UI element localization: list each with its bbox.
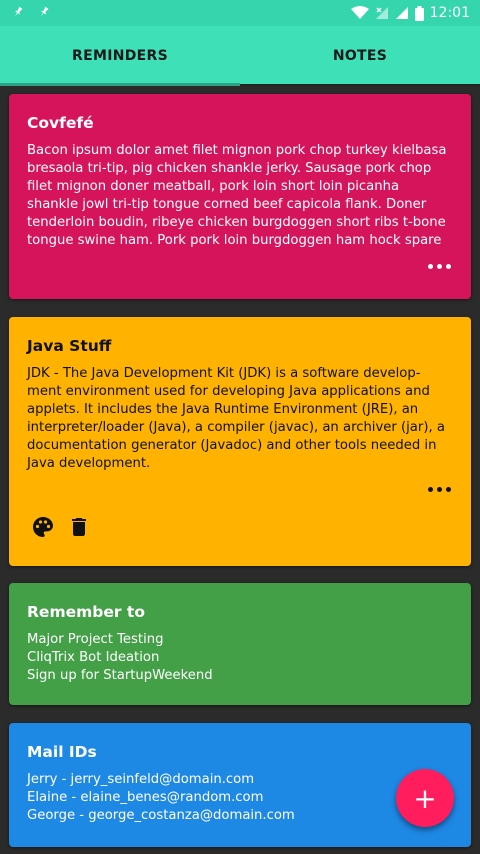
- system-icons: 12:01: [350, 5, 480, 21]
- note-body: Bacon ipsum dolor amet filet mignon pork…: [27, 143, 447, 248]
- note-card-covfefe[interactable]: Covfefé Bacon ipsum dolor amet filet mig…: [9, 94, 471, 299]
- note-body: Major Project Testing CliqTrix Bot Ideat…: [27, 632, 213, 683]
- notification-icons: [0, 6, 50, 21]
- pin-icon: [12, 6, 24, 21]
- note-title: Mail IDs: [27, 743, 97, 761]
- note-card-remember-to[interactable]: Remember to Major Project Testing CliqTr…: [9, 583, 471, 705]
- pin-icon: [38, 6, 50, 21]
- tab-notes[interactable]: NOTES: [240, 26, 480, 86]
- add-note-button[interactable]: +: [396, 769, 454, 827]
- note-title: Java Stuff: [27, 337, 112, 355]
- trash-icon[interactable]: [67, 515, 91, 543]
- plus-icon: +: [413, 781, 437, 815]
- note-body: JDK - The Java Development Kit (JDK) is …: [27, 366, 445, 471]
- tab-reminders[interactable]: REMINDERS: [0, 26, 240, 86]
- clock: 12:01: [429, 5, 470, 21]
- tab-bar: REMINDERS NOTES: [0, 26, 480, 86]
- note-body: Jerry - jerry_seinfeld@domain.com Elaine…: [27, 772, 295, 823]
- status-bar: 12:01: [0, 0, 480, 26]
- palette-icon[interactable]: [31, 515, 55, 543]
- more-horizontal-icon[interactable]: [428, 487, 451, 492]
- battery-icon: [414, 5, 424, 21]
- note-title: Covfefé: [27, 114, 94, 132]
- signal-icon: [395, 6, 409, 20]
- note-title: Remember to: [27, 603, 145, 621]
- note-actions: [31, 515, 91, 543]
- signal-icon: [375, 6, 389, 20]
- wifi-icon: [350, 6, 369, 20]
- more-horizontal-icon[interactable]: [428, 264, 451, 269]
- note-card-java-stuff[interactable]: Java Stuff JDK - The Java Development Ki…: [9, 317, 471, 566]
